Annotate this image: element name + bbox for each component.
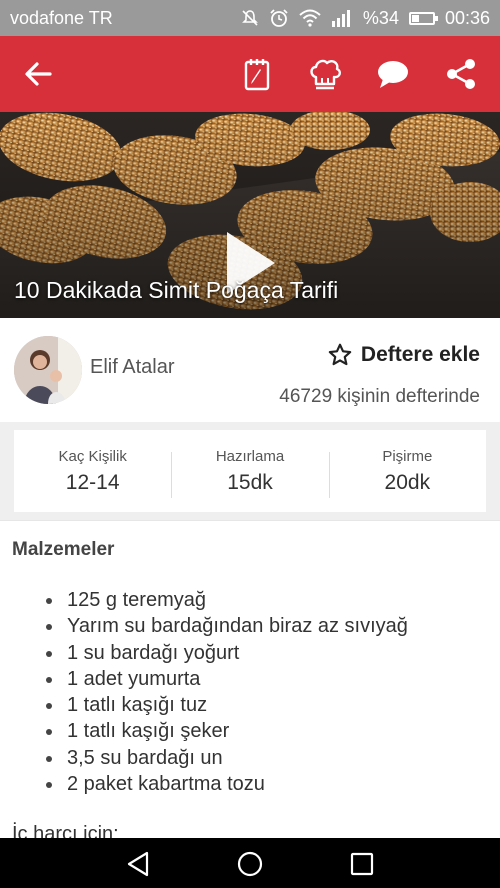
status-icons: %34 00:36 (241, 8, 490, 29)
stat-label: Kaç Kişilik (58, 447, 127, 465)
notebook-count: 46729 kişinin defterinde (279, 386, 480, 407)
nav-back-icon[interactable] (125, 850, 153, 878)
stat-cook-time: Pişirme 20dk (328, 447, 486, 498)
recipe-content[interactable]: Malzemeler 125 g teremyağ Yarım su barda… (0, 520, 500, 838)
recipe-stats-section: Kaç Kişilik 12-14 Hazırlama 15dk Pişirme… (0, 422, 500, 520)
list-item: 125 g teremyağ (46, 587, 408, 613)
list-item: Yarım su bardağından biraz az sıvıyağ (46, 613, 408, 639)
battery-percent: %34 (362, 7, 399, 28)
app-bar (0, 36, 500, 112)
stat-value: 15dk (227, 470, 273, 494)
nav-home-icon[interactable] (236, 850, 264, 878)
stat-label: Hazırlama (215, 447, 285, 465)
system-nav-bar (0, 838, 500, 888)
author-avatar[interactable] (14, 336, 82, 404)
recipe-title: 10 Dakikada Simit Poğaça Tarifi (14, 277, 339, 303)
ingredients-list: 125 g teremyağ Yarım su bardağından bira… (46, 587, 408, 797)
nav-recents-icon[interactable] (348, 850, 376, 878)
add-to-notebook-label: Deftere ekle (360, 343, 480, 366)
back-arrow-icon[interactable] (22, 58, 54, 90)
share-icon[interactable] (442, 54, 480, 94)
add-to-notebook-button[interactable]: Deftere ekle (327, 342, 480, 368)
mute-icon (241, 10, 258, 26)
author-name[interactable]: Elif Atalar (90, 356, 174, 379)
ingredients-title: Malzemeler (12, 539, 115, 560)
star-icon (328, 343, 352, 366)
clock: 00:36 (444, 7, 490, 28)
battery-icon (408, 11, 438, 25)
recipe-hero[interactable]: 10 Dakikada Simit Poğaça Tarifi (0, 112, 500, 318)
list-item: 2 paket kabartma tozu (46, 771, 408, 797)
alarm-icon (270, 9, 288, 27)
stat-prep-time: Hazırlama 15dk (171, 447, 328, 498)
stat-label: Pişirme (382, 447, 433, 465)
list-item: 1 adet yumurta (46, 666, 408, 692)
carrier-name: vodafone TR (10, 7, 113, 28)
chat-icon[interactable] (374, 54, 412, 94)
chef-hat-icon[interactable] (306, 54, 344, 94)
stat-value: 12-14 (65, 470, 120, 494)
filling-section-title: İç harcı için: (12, 823, 119, 838)
author-section: Elif Atalar Deftere ekle 46729 kişinin d… (0, 318, 500, 422)
list-item: 3,5 su bardağı un (46, 745, 408, 771)
wifi-icon (299, 9, 321, 27)
list-item: 1 tatlı kaşığı tuz (46, 692, 408, 718)
list-item: 1 tatlı kaşığı şeker (46, 718, 408, 744)
list-item: 1 su bardağı yoğurt (46, 640, 408, 666)
signal-icon (331, 10, 350, 27)
notebook-icon[interactable] (238, 54, 276, 94)
stat-servings: Kaç Kişilik 12-14 (14, 448, 171, 495)
stat-value: 20dk (384, 470, 431, 494)
recipe-stats: Kaç Kişilik 12-14 Hazırlama 15dk Pişirme… (14, 430, 486, 512)
app-bar-actions (238, 54, 480, 94)
status-bar: vodafone TR %34 00:36 (0, 0, 500, 36)
